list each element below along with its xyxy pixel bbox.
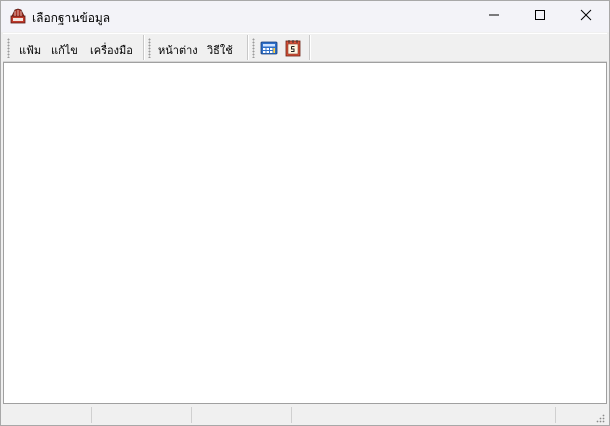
minimize-icon [488,9,500,24]
status-panel [292,407,556,423]
toolbar-grip[interactable] [7,38,10,58]
band-separator [247,35,248,60]
status-panel [3,407,92,423]
menu-tools[interactable]: เครื่องมือ [90,41,133,59]
status-bar [3,406,607,425]
menu-help[interactable]: วิธีใช้ [207,41,233,59]
calculator-icon[interactable] [260,39,278,57]
title-bar[interactable]: เลือกฐานข้อมูล [1,1,609,32]
menu-edit[interactable]: แก้ไข [51,41,78,59]
window-title: เลือกฐานข้อมูล [32,11,111,25]
status-panel [92,407,192,423]
database-books-icon[interactable] [9,7,27,25]
close-icon [580,9,592,24]
maximize-icon [534,9,546,24]
toolbar-grip[interactable] [148,38,151,58]
app-window: เลือกฐานข้อมูล แฟ้ม แก้ไข เครื่องมือ หน้… [0,0,610,426]
mdi-client-area[interactable] [3,62,607,404]
band-separator [143,35,144,60]
minimize-button[interactable] [471,1,517,32]
band-separator [309,35,310,60]
menu-file[interactable]: แฟ้ม [19,41,41,59]
menu-toolbar-strip: แฟ้ม แก้ไข เครื่องมือ หน้าต่าง วิธีใช้ [3,33,607,62]
toolbar-grip[interactable] [252,38,255,58]
menu-window[interactable]: หน้าต่าง [158,41,198,59]
close-button[interactable] [563,1,609,32]
resize-grip-icon[interactable] [595,413,605,423]
calendar-icon[interactable] [284,39,302,57]
status-panel [192,407,292,423]
maximize-button[interactable] [517,1,563,32]
